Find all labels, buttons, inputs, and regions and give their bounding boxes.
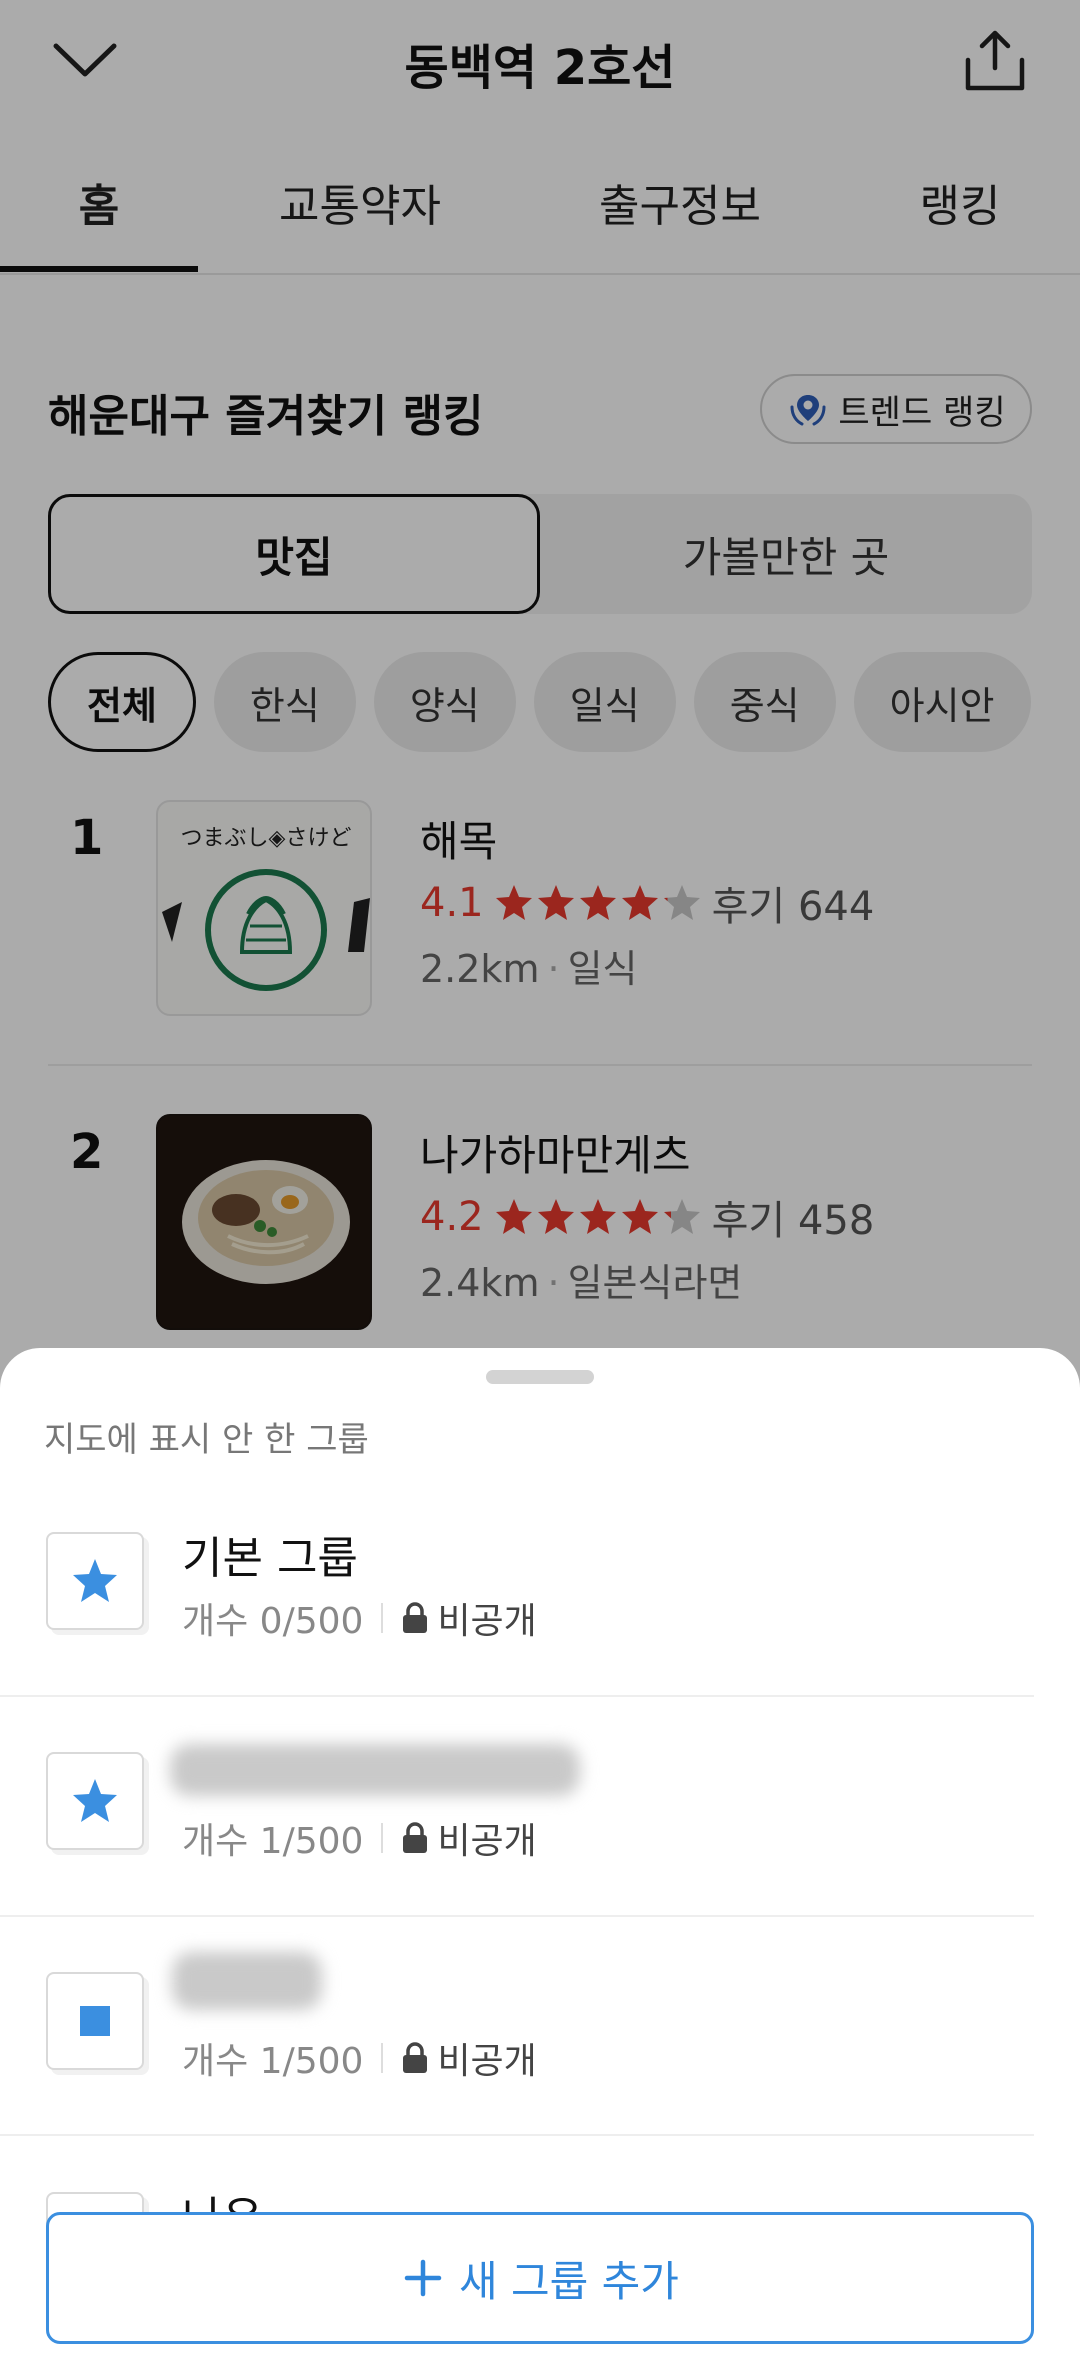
divider (0, 2134, 1034, 2136)
meta-separator (381, 1603, 384, 1633)
add-group-button[interactable]: 새 그룹 추가 (46, 2212, 1034, 2344)
group-icon (46, 1972, 144, 2070)
group-item[interactable]: 개수 1/500 비공개 (0, 1952, 1080, 2192)
privacy-label: 비공개 (437, 2041, 537, 2082)
sheet-drag-handle[interactable] (486, 1370, 594, 1384)
star-icon (73, 1559, 117, 1602)
lock-icon (403, 1602, 428, 1633)
group-item[interactable]: 기본 그룹 개수 0/500 비공개 (0, 1532, 1080, 1752)
group-item[interactable]: 개수 1/500 비공개 (0, 1744, 1080, 1972)
redacted-group-name (170, 1744, 580, 1796)
group-meta: 개수 1/500 비공개 (182, 1812, 537, 1864)
lock-icon (403, 1822, 428, 1853)
group-meta: 개수 0/500 비공개 (182, 1592, 537, 1644)
group-name: 기본 그룹 (182, 1533, 358, 1584)
meta-separator (381, 2043, 384, 2073)
group-icon (46, 1752, 144, 1850)
redacted-group-name (172, 1952, 322, 2010)
privacy-label: 비공개 (437, 1601, 537, 1642)
group-icon (46, 1532, 144, 1630)
group-count: 개수 0/500 (182, 1601, 364, 1642)
plus-icon (404, 2259, 442, 2297)
lock-icon (403, 2042, 428, 2073)
group-meta: 개수 1/500 비공개 (182, 2032, 537, 2084)
divider (0, 1915, 1034, 1917)
group-count: 개수 1/500 (182, 2041, 364, 2082)
meta-separator (381, 1823, 384, 1853)
group-count: 개수 1/500 (182, 1821, 364, 1862)
divider (0, 1695, 1034, 1697)
square-icon (80, 2006, 110, 2036)
privacy-label: 비공개 (437, 1821, 537, 1862)
add-group-label: 새 그룹 추가 (459, 2256, 679, 2306)
sheet-section-label: 지도에 표시 안 한 그룹 (44, 1420, 369, 1460)
star-icon (73, 1779, 117, 1822)
